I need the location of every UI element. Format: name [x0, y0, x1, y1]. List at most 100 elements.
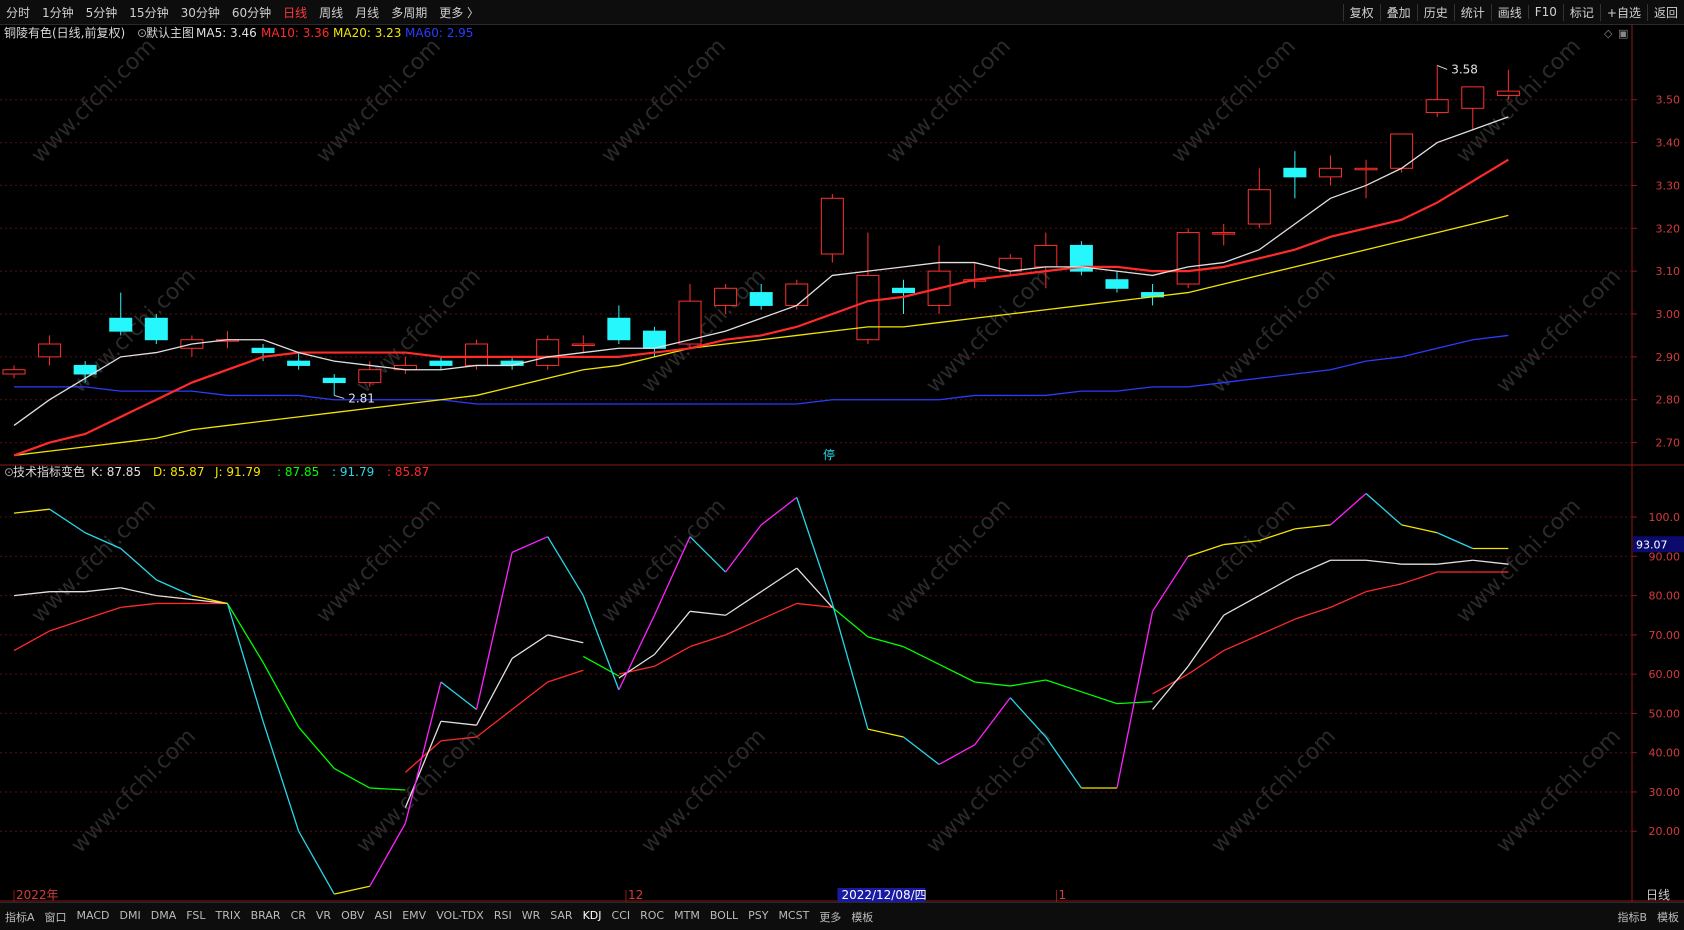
kdj-j-line: [618, 614, 656, 691]
candle-body-up: [38, 343, 62, 358]
period-tab-3[interactable]: 15分钟: [123, 4, 174, 21]
indicator-b-tab-0[interactable]: 指标B: [1612, 909, 1652, 925]
period-tab-7[interactable]: 周线: [313, 4, 349, 21]
candle-body-up: [1496, 90, 1520, 96]
indicator-tab-23[interactable]: MCST: [773, 909, 814, 925]
indicator-tab-0[interactable]: 指标A: [0, 909, 40, 925]
candle[interactable]: [927, 245, 951, 314]
candle[interactable]: [1390, 133, 1414, 173]
action-button-5[interactable]: F10: [1527, 5, 1563, 19]
candle[interactable]: [536, 335, 560, 370]
date-label: 1: [1058, 888, 1066, 902]
period-tab-0[interactable]: 分时: [0, 4, 36, 21]
indicator-tab-12[interactable]: EMV: [397, 909, 431, 925]
kdj-j-line: [760, 496, 798, 526]
indicator-tab-22[interactable]: PSY: [743, 909, 773, 925]
action-button-8[interactable]: 返回: [1646, 3, 1684, 21]
period-tab-8[interactable]: 月线: [349, 4, 385, 21]
watermark-layer: www.cfchi.com www.cfchi.com www.cfchi.com w…: [27, 34, 1626, 858]
indicator-tab-13[interactable]: VOL-TDX: [431, 909, 489, 925]
period-tab-2[interactable]: 5分钟: [80, 4, 124, 21]
kdj-green-line: [262, 662, 300, 728]
indicator-tab-2[interactable]: MACD: [72, 909, 115, 925]
indicator-tab-17[interactable]: KDJ: [578, 909, 607, 925]
indicator-tab-18[interactable]: CCI: [607, 909, 636, 925]
indicator-tab-9[interactable]: VR: [311, 909, 336, 925]
period-tab-6[interactable]: 日线: [277, 4, 313, 21]
action-button-7[interactable]: +自选: [1599, 3, 1647, 21]
indicator-tab-25[interactable]: 模板: [846, 909, 878, 925]
candle[interactable]: [1283, 151, 1307, 199]
indicator-tab-14[interactable]: RSI: [489, 909, 517, 925]
candle-body-down: [642, 330, 666, 349]
candle[interactable]: [38, 335, 62, 366]
period-tab-9[interactable]: 多周期: [385, 4, 433, 21]
candle[interactable]: [998, 254, 1022, 276]
action-button-1[interactable]: 叠加: [1379, 3, 1417, 21]
candle[interactable]: [678, 284, 702, 349]
indicator-tab-16[interactable]: SAR: [545, 909, 577, 925]
candle[interactable]: [1318, 155, 1342, 186]
price-tick-label: 2.90: [1656, 351, 1681, 364]
action-button-4[interactable]: 画线: [1490, 3, 1528, 21]
candle[interactable]: [1069, 241, 1093, 276]
indicator-tab-3[interactable]: DMI: [115, 909, 146, 925]
candle[interactable]: [1141, 284, 1165, 306]
candle[interactable]: [144, 314, 168, 344]
indicator-tab-8[interactable]: CR: [286, 909, 311, 925]
kdj-green-line: [1010, 679, 1046, 687]
candle[interactable]: [1354, 159, 1378, 199]
period-tab-1[interactable]: 1分钟: [36, 4, 80, 21]
candle[interactable]: [571, 335, 595, 353]
candle[interactable]: [963, 262, 987, 289]
candle[interactable]: [1425, 65, 1449, 117]
indicator-tab-1[interactable]: 窗口: [40, 909, 72, 925]
indicator-tab-19[interactable]: ROC: [635, 909, 669, 925]
halt-marker: 停: [823, 447, 835, 462]
candle[interactable]: [322, 374, 346, 396]
indicator-tab-11[interactable]: ASI: [369, 909, 397, 925]
candle[interactable]: [287, 352, 311, 370]
candle[interactable]: [1212, 224, 1236, 246]
action-button-6[interactable]: 标记: [1562, 3, 1600, 21]
candle[interactable]: [2, 365, 26, 379]
indicator-tab-21[interactable]: BOLL: [705, 909, 743, 925]
kdj-k-line: [475, 658, 513, 726]
action-button-3[interactable]: 统计: [1453, 3, 1491, 21]
kdj-k-line: [689, 610, 726, 616]
candle-body-down: [892, 287, 915, 294]
indicator-tab-10[interactable]: OBV: [336, 909, 369, 925]
kdj-d-line: [1259, 618, 1296, 636]
stock-chart[interactable]: www.cfchi.com www.cfchi.com www.cfchi.com w…: [0, 24, 1684, 902]
period-tab-10[interactable]: 更多 〉: [433, 4, 485, 21]
indicator-tab-15[interactable]: WR: [517, 909, 546, 925]
kdj-tick-label: 50.00: [1649, 707, 1681, 720]
candle[interactable]: [1247, 168, 1271, 229]
indicator-tab-5[interactable]: FSL: [181, 909, 210, 925]
candle-body-down: [73, 364, 97, 375]
period-tab-4[interactable]: 30分钟: [175, 4, 226, 21]
top-toolbar: 分时 1分钟 5分钟 15分钟 30分钟 60分钟 日线 周线 月线 多周期 更多 〉 复权 叠加 历史…: [0, 0, 1684, 25]
indicator-tab-20[interactable]: MTM: [669, 909, 705, 925]
kdj-d-line: [13, 630, 50, 652]
candle[interactable]: [109, 292, 133, 336]
candle[interactable]: [607, 305, 631, 344]
period-tab-5[interactable]: 60分钟: [226, 4, 277, 21]
indicator-tab-7[interactable]: BRAR: [246, 909, 286, 925]
indicator-tab-6[interactable]: TRIX: [210, 909, 245, 925]
indicator-tab-4[interactable]: DMA: [146, 909, 182, 925]
kdj-d-line: [1294, 606, 1331, 620]
indicator-b-tab-1[interactable]: 模板: [1652, 909, 1684, 925]
ma-label-2: MA20: 3.23: [333, 26, 401, 40]
action-button-2[interactable]: 历史: [1416, 3, 1454, 21]
candle[interactable]: [1176, 228, 1200, 289]
kdj-tick-label: 40.00: [1649, 747, 1681, 760]
candle[interactable]: [1105, 271, 1129, 293]
candle-body-up: [785, 283, 809, 306]
kdj-panel[interactable]: [13, 493, 1509, 895]
indicator-tab-24[interactable]: 更多: [814, 909, 846, 925]
action-button-0[interactable]: 复权: [1342, 3, 1380, 21]
candle[interactable]: [820, 194, 844, 263]
candlestick-panel[interactable]: [2, 65, 1520, 457]
candle[interactable]: [429, 356, 453, 370]
